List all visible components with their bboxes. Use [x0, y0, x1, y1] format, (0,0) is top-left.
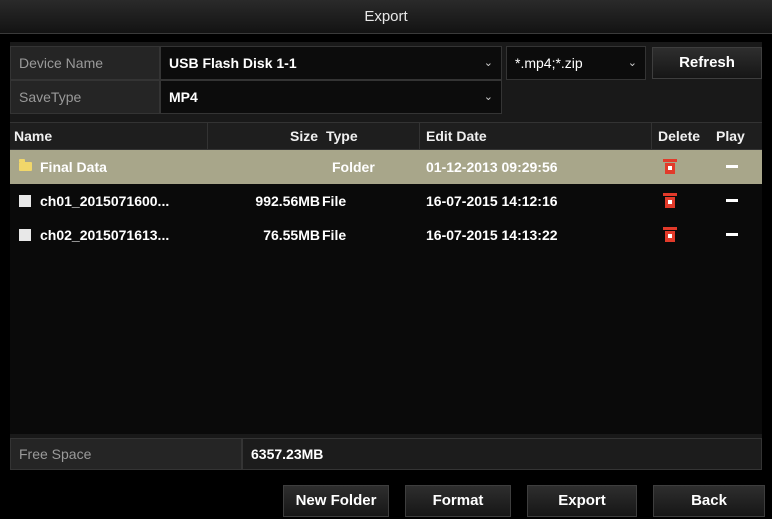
file-edit-date: 16-07-2015 14:12:16 [426, 193, 558, 209]
savetype-label: SaveType [10, 80, 160, 114]
column-header-delete: Delete [658, 128, 701, 144]
play-icon[interactable] [726, 233, 738, 236]
export-panel: Device Name USB Flash Disk 1-1 ⌄ *.mp4;*… [10, 42, 762, 470]
column-header-name[interactable]: Name [10, 123, 208, 149]
delete-icon[interactable] [663, 227, 677, 242]
free-space-row: Free Space 6357.23MB [10, 438, 762, 470]
free-space-label: Free Space [10, 438, 242, 470]
delete-icon[interactable] [663, 193, 677, 208]
file-size: 992.56MB [255, 193, 320, 209]
play-icon[interactable] [726, 199, 738, 202]
column-header-size[interactable]: Size [208, 123, 320, 149]
file-name: ch01_2015071600... [40, 193, 170, 209]
savetype-value: MP4 [169, 89, 198, 105]
file-name: ch02_2015071613... [40, 227, 170, 243]
chevron-down-icon: ⌄ [483, 91, 493, 103]
table-row[interactable]: Final Data Folder 01-12-2013 09:29:56 [10, 150, 762, 184]
back-button[interactable]: Back [653, 485, 765, 517]
format-button[interactable]: Format [405, 485, 511, 517]
delete-icon[interactable] [663, 159, 677, 174]
savetype-select[interactable]: MP4 ⌄ [160, 80, 502, 114]
column-header-type[interactable]: Type [322, 123, 420, 149]
folder-icon [19, 159, 32, 171]
action-bar: New Folder Format Export Back [0, 478, 772, 519]
file-table-header: Name Size Type Edit Date Delete Play [10, 122, 762, 150]
file-type: File [322, 227, 347, 243]
table-row[interactable]: ch01_2015071600... 992.56MB File 16-07-2… [10, 184, 762, 218]
file-type: File [322, 193, 347, 209]
new-folder-button[interactable]: New Folder [283, 485, 389, 517]
file-edit-date: 01-12-2013 09:29:56 [426, 159, 558, 175]
file-list[interactable]: Final Data Folder 01-12-2013 09:29:56 ch… [10, 150, 762, 434]
file-name: Final Data [40, 159, 107, 175]
table-row[interactable]: ch02_2015071613... 76.55MB File 16-07-20… [10, 218, 762, 252]
column-header-play: Play [716, 128, 745, 144]
export-button[interactable]: Export [527, 485, 637, 517]
column-header-edit-date[interactable]: Edit Date [420, 123, 652, 149]
device-name-select[interactable]: USB Flash Disk 1-1 ⌄ [160, 46, 502, 80]
play-icon[interactable] [726, 165, 738, 168]
file-icon [19, 195, 31, 207]
free-space-value: 6357.23MB [242, 438, 762, 470]
dialog-title: Export [0, 0, 772, 34]
file-type: Folder [332, 159, 375, 175]
file-icon [19, 229, 31, 241]
chevron-down-icon: ⌄ [483, 57, 493, 69]
chevron-down-icon: ⌄ [627, 57, 637, 69]
device-name-label: Device Name [10, 46, 160, 80]
file-size: 76.55MB [263, 227, 320, 243]
file-edit-date: 16-07-2015 14:13:22 [426, 227, 558, 243]
file-size [210, 150, 320, 184]
device-name-value: USB Flash Disk 1-1 [169, 55, 297, 71]
file-filter-select[interactable]: *.mp4;*.zip ⌄ [506, 46, 646, 80]
refresh-button[interactable]: Refresh [652, 47, 762, 79]
file-filter-value: *.mp4;*.zip [515, 55, 583, 71]
